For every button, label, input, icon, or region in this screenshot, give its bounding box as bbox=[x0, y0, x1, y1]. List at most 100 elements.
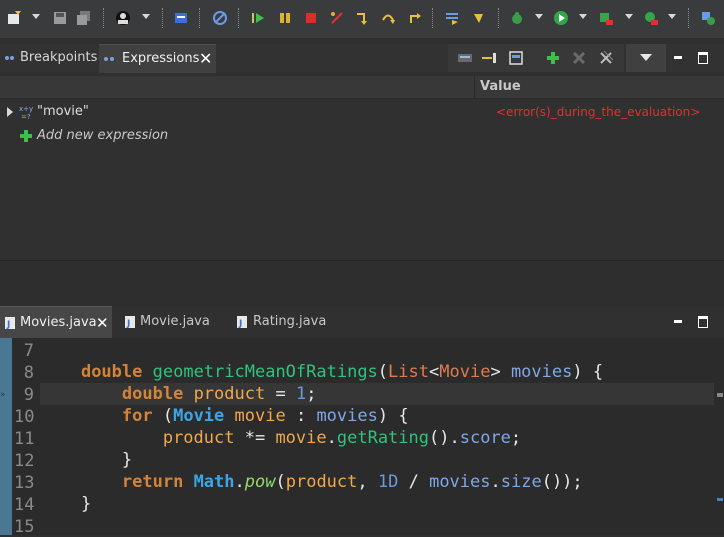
close-icon[interactable]: ✕ bbox=[96, 307, 109, 339]
new-icon[interactable] bbox=[6, 10, 22, 26]
overview-ruler[interactable] bbox=[716, 338, 724, 535]
open-type-icon[interactable] bbox=[700, 10, 716, 26]
column-header: Value bbox=[0, 76, 724, 99]
external-tools-icon[interactable] bbox=[643, 10, 659, 26]
line-number: 13 bbox=[14, 473, 35, 493]
line-number: 9 bbox=[23, 385, 34, 405]
code-line: double geometricMeanOfRatings(List<Movie… bbox=[80, 362, 604, 382]
terminate-icon[interactable] bbox=[303, 10, 319, 26]
line-number: 12 bbox=[14, 451, 35, 471]
view-menu-icon[interactable] bbox=[640, 54, 652, 61]
minimize-icon[interactable] bbox=[674, 320, 682, 323]
expression-value: <error(s)_during_the_evaluation> bbox=[496, 105, 701, 119]
maximize-icon[interactable] bbox=[698, 316, 708, 328]
toolbar-separator bbox=[688, 8, 689, 28]
perspective-dropdown-icon[interactable] bbox=[142, 14, 150, 19]
toolbar-separator bbox=[238, 8, 239, 28]
expressions-icon bbox=[104, 57, 114, 61]
line-number: 7 bbox=[23, 341, 34, 361]
add-icon[interactable] bbox=[546, 51, 560, 65]
coverage-icon[interactable] bbox=[598, 10, 614, 26]
code-line: double product = 1; bbox=[121, 384, 317, 404]
watch-expression-icon: x+y=? bbox=[19, 105, 33, 120]
svg-text:J: J bbox=[6, 320, 10, 330]
code-line: product *= movie.getRating().score; bbox=[162, 428, 522, 448]
maximize-icon[interactable] bbox=[698, 52, 708, 64]
line-number: 11 bbox=[14, 429, 35, 449]
tab-movie-java[interactable]: J Movie.java bbox=[120, 306, 224, 338]
new-dropdown-icon[interactable] bbox=[32, 14, 40, 19]
use-step-filters-icon[interactable] bbox=[471, 10, 487, 26]
toolbar-separator bbox=[103, 8, 104, 28]
expression-name: "movie" bbox=[37, 104, 89, 119]
tab-movies-java[interactable]: J Movies.java ✕ bbox=[0, 306, 112, 339]
overview-marker bbox=[717, 393, 723, 397]
line-number: 10 bbox=[14, 407, 35, 427]
line-number: 15 bbox=[14, 517, 35, 537]
run-icon[interactable] bbox=[553, 10, 569, 26]
code-line: } bbox=[121, 450, 133, 470]
add-expression-label: Add new expression bbox=[37, 128, 169, 143]
tab-breakpoints[interactable]: Breakpoints bbox=[0, 44, 98, 72]
code-line: return Math.pow(product, 1D / movies.siz… bbox=[121, 472, 583, 492]
external-tools-dropdown-icon[interactable] bbox=[668, 14, 676, 19]
minimize-icon[interactable] bbox=[674, 56, 682, 59]
main-toolbar bbox=[0, 0, 724, 38]
svg-text:=?: =? bbox=[21, 113, 31, 120]
code-line: } bbox=[80, 494, 92, 514]
line-number: 14 bbox=[14, 495, 35, 515]
instruction-pointer-icon: » bbox=[0, 390, 6, 400]
coverage-dropdown-icon[interactable] bbox=[625, 14, 633, 19]
disconnect-icon[interactable] bbox=[329, 10, 345, 26]
tab-expressions[interactable]: Expressions ✕ bbox=[99, 44, 216, 73]
java-file-icon: J bbox=[237, 316, 247, 329]
code-line: for (Movie movie : movies) { bbox=[121, 406, 409, 426]
editor-tab-bar: J Movies.java ✕ J Movie.java J Rating.ja… bbox=[0, 306, 724, 339]
close-icon[interactable]: ✕ bbox=[199, 45, 212, 73]
view-toolbar bbox=[448, 44, 624, 72]
java-file-icon: J bbox=[125, 316, 135, 329]
remove-all-icon[interactable] bbox=[598, 50, 614, 66]
layout-icon[interactable] bbox=[509, 51, 523, 65]
debug-dropdown-icon[interactable] bbox=[535, 14, 543, 19]
save-all-icon[interactable] bbox=[76, 10, 92, 26]
tab-rating-java[interactable]: J Rating.java bbox=[234, 306, 338, 338]
name-column-header[interactable] bbox=[0, 76, 475, 98]
svg-text:x+y: x+y bbox=[19, 105, 33, 113]
toolbar-separator bbox=[162, 8, 163, 28]
value-column-header[interactable]: Value bbox=[476, 76, 724, 98]
resume-icon[interactable] bbox=[250, 10, 266, 26]
breakpoints-icon bbox=[5, 56, 14, 60]
java-file-icon: J bbox=[5, 317, 15, 330]
step-return-icon[interactable] bbox=[407, 10, 423, 26]
svg-text:J: J bbox=[126, 319, 130, 329]
view-tab-bar: Breakpoints Expressions ✕ bbox=[0, 44, 724, 73]
console-icon[interactable] bbox=[173, 10, 189, 26]
show-type-names-icon[interactable] bbox=[458, 52, 472, 64]
tab-label: Breakpoints bbox=[20, 50, 98, 65]
remove-icon[interactable] bbox=[572, 51, 586, 65]
run-dropdown-icon[interactable] bbox=[579, 14, 587, 19]
toolbar-separator bbox=[432, 8, 433, 28]
toolbar-separator bbox=[498, 8, 499, 28]
suspend-icon[interactable] bbox=[277, 10, 293, 26]
add-icon bbox=[20, 130, 32, 142]
sash[interactable] bbox=[0, 260, 724, 307]
add-expression-row[interactable]: Add new expression bbox=[0, 126, 300, 146]
step-over-icon[interactable] bbox=[380, 10, 396, 26]
collapse-all-icon[interactable] bbox=[482, 52, 498, 64]
perspective-icon[interactable] bbox=[115, 10, 131, 26]
vertical-ruler[interactable] bbox=[0, 338, 12, 535]
tab-label: Expressions bbox=[122, 51, 200, 66]
toolbar-separator bbox=[199, 8, 200, 28]
step-into-icon[interactable] bbox=[354, 10, 370, 26]
expression-row[interactable]: x+y =? "movie" <error(s)_during_the_evalu… bbox=[0, 101, 724, 123]
drop-to-frame-icon[interactable] bbox=[444, 10, 460, 26]
debug-icon[interactable] bbox=[509, 10, 525, 26]
skip-breakpoints-icon[interactable] bbox=[212, 10, 228, 26]
line-number: 8 bbox=[23, 363, 34, 383]
save-icon[interactable] bbox=[52, 10, 68, 26]
svg-text:J: J bbox=[238, 319, 242, 329]
overview-marker bbox=[717, 498, 723, 501]
expand-arrow-icon[interactable] bbox=[7, 107, 13, 117]
